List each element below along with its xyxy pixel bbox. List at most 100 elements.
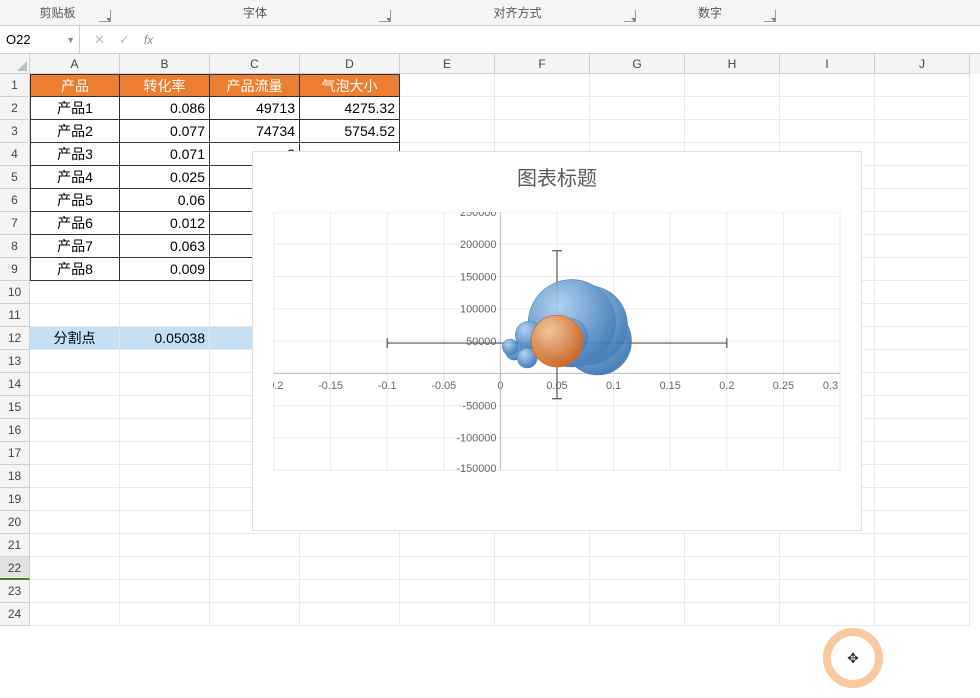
cell[interactable] — [120, 603, 210, 626]
cell[interactable] — [300, 603, 400, 626]
cell[interactable] — [210, 557, 300, 580]
cell[interactable]: 产品1 — [30, 97, 120, 120]
row-header[interactable]: 6 — [0, 189, 30, 212]
row-header[interactable]: 10 — [0, 281, 30, 304]
cell[interactable] — [30, 396, 120, 419]
column-header[interactable]: F — [495, 54, 590, 74]
name-box[interactable]: O22 ▼ — [0, 26, 80, 53]
cell[interactable] — [30, 580, 120, 603]
cell[interactable] — [780, 557, 875, 580]
cell[interactable]: 转化率 — [120, 74, 210, 97]
cell[interactable] — [875, 281, 970, 304]
row-header[interactable]: 3 — [0, 120, 30, 143]
cell[interactable]: 0.025 — [120, 166, 210, 189]
cell[interactable] — [780, 603, 875, 626]
cell[interactable] — [400, 603, 495, 626]
cell[interactable] — [875, 419, 970, 442]
cell[interactable] — [120, 557, 210, 580]
cell[interactable] — [30, 488, 120, 511]
cell[interactable] — [400, 120, 495, 143]
cell[interactable] — [875, 580, 970, 603]
dialog-launcher-icon[interactable] — [99, 10, 111, 22]
cell[interactable] — [875, 465, 970, 488]
cell[interactable] — [590, 74, 685, 97]
cell[interactable] — [875, 120, 970, 143]
column-header[interactable]: B — [120, 54, 210, 74]
column-header[interactable]: J — [875, 54, 970, 74]
cell[interactable]: 0.071 — [120, 143, 210, 166]
cell[interactable] — [875, 143, 970, 166]
cell[interactable] — [495, 557, 590, 580]
column-header[interactable]: G — [590, 54, 685, 74]
embedded-chart[interactable]: 图表标题 — [252, 151, 862, 531]
cell[interactable]: 5754.52 — [300, 120, 400, 143]
cell[interactable] — [120, 442, 210, 465]
column-header[interactable]: I — [780, 54, 875, 74]
cell[interactable] — [780, 74, 875, 97]
cell[interactable] — [210, 534, 300, 557]
cell[interactable] — [120, 373, 210, 396]
column-header[interactable]: D — [300, 54, 400, 74]
cell[interactable]: 产品7 — [30, 235, 120, 258]
cell[interactable] — [30, 557, 120, 580]
chart-plot-area[interactable]: 250000 200000 150000 100000 50000 -50000… — [273, 212, 841, 500]
cell[interactable] — [300, 580, 400, 603]
cell[interactable] — [210, 580, 300, 603]
cell[interactable] — [875, 189, 970, 212]
cell[interactable] — [120, 511, 210, 534]
cell[interactable] — [300, 557, 400, 580]
select-all-corner[interactable] — [0, 54, 30, 74]
cell[interactable] — [400, 74, 495, 97]
row-header[interactable]: 7 — [0, 212, 30, 235]
cell[interactable] — [30, 534, 120, 557]
cell[interactable] — [590, 97, 685, 120]
column-header[interactable]: C — [210, 54, 300, 74]
cell[interactable] — [590, 603, 685, 626]
cell[interactable]: 产品2 — [30, 120, 120, 143]
cell[interactable] — [590, 120, 685, 143]
cell[interactable] — [495, 97, 590, 120]
cell[interactable] — [30, 442, 120, 465]
cell[interactable] — [875, 511, 970, 534]
cell[interactable]: 0.077 — [120, 120, 210, 143]
cell[interactable] — [685, 580, 780, 603]
cell[interactable] — [120, 465, 210, 488]
cell[interactable] — [685, 120, 780, 143]
cell[interactable] — [495, 120, 590, 143]
cell[interactable] — [685, 74, 780, 97]
cell[interactable]: 分割点 — [30, 327, 120, 350]
cell[interactable]: 74734 — [210, 120, 300, 143]
cell[interactable] — [30, 603, 120, 626]
column-header[interactable]: A — [30, 54, 120, 74]
row-header[interactable]: 13 — [0, 350, 30, 373]
cell[interactable] — [30, 465, 120, 488]
cell[interactable] — [780, 120, 875, 143]
cell[interactable] — [685, 534, 780, 557]
row-header[interactable]: 11 — [0, 304, 30, 327]
cell[interactable] — [120, 350, 210, 373]
cell[interactable] — [875, 373, 970, 396]
cell[interactable] — [780, 534, 875, 557]
row-header[interactable]: 22 — [0, 557, 30, 580]
cell[interactable] — [875, 235, 970, 258]
cell[interactable] — [120, 580, 210, 603]
cell[interactable] — [590, 557, 685, 580]
cell[interactable] — [875, 212, 970, 235]
cell[interactable]: 0.009 — [120, 258, 210, 281]
cell[interactable] — [875, 166, 970, 189]
fx-icon[interactable]: fx — [144, 33, 153, 47]
row-header[interactable]: 17 — [0, 442, 30, 465]
row-header[interactable]: 14 — [0, 373, 30, 396]
cell[interactable] — [400, 97, 495, 120]
cell[interactable] — [780, 97, 875, 120]
dialog-launcher-icon[interactable] — [764, 10, 776, 22]
row-header[interactable]: 20 — [0, 511, 30, 534]
cell[interactable] — [875, 557, 970, 580]
cell[interactable]: 产品3 — [30, 143, 120, 166]
cell[interactable] — [875, 258, 970, 281]
column-header[interactable]: H — [685, 54, 780, 74]
cell[interactable] — [875, 304, 970, 327]
cell[interactable] — [400, 557, 495, 580]
cell[interactable] — [875, 534, 970, 557]
cell[interactable] — [30, 350, 120, 373]
